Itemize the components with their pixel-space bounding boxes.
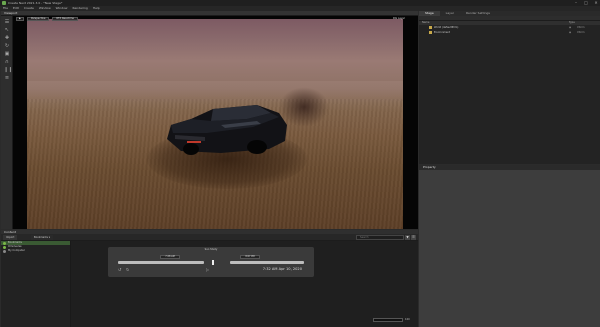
property-panel bbox=[419, 170, 600, 327]
loop-icon[interactable]: ↻ bbox=[126, 267, 129, 272]
start-time-field[interactable]: 7:28 AM bbox=[160, 255, 180, 259]
tree-item-label: My Computer bbox=[8, 249, 25, 252]
stage-panel: Name Type World (defaultPrim) ◉ Xform En… bbox=[419, 16, 600, 164]
filter-icon[interactable]: ▼ bbox=[405, 235, 410, 240]
current-time-readout: 7:32 AM Apr 10, 2020 bbox=[262, 267, 302, 271]
zoom-value: 100 bbox=[405, 318, 410, 321]
path-field[interactable]: Bookmarks ▾ bbox=[31, 235, 54, 240]
stage-row[interactable]: Environment ◉ Xform bbox=[419, 30, 600, 35]
pause-icon[interactable]: ❙❙ bbox=[4, 67, 12, 73]
car-model bbox=[167, 105, 287, 155]
xform-icon bbox=[429, 26, 432, 29]
select-tool-icon[interactable]: ↖ bbox=[4, 27, 10, 33]
computer-icon bbox=[3, 249, 6, 253]
rewind-icon[interactable]: ↺ bbox=[118, 267, 121, 272]
options-menu-icon[interactable]: ☰ bbox=[411, 235, 416, 240]
viewport-tab-label: Viewport bbox=[4, 11, 18, 15]
property-tab-label: Property bbox=[423, 165, 436, 169]
bookmark-icon bbox=[3, 241, 6, 245]
window-title: Create Next 2021.3.0 - *New Stage* bbox=[8, 1, 63, 5]
sun-study-panel: Sun Study 7:28 AM 8:07 PM ↺ ↻ ▷ 7:32 AM … bbox=[108, 247, 314, 277]
sun-study-title: Sun Study bbox=[204, 248, 218, 251]
tree-item-my-computer[interactable]: My Computer bbox=[1, 249, 70, 253]
xform-icon bbox=[429, 31, 432, 34]
viewport-menu-button[interactable]: ▶ bbox=[16, 17, 24, 21]
zoom-slider[interactable] bbox=[373, 318, 403, 322]
play-icon[interactable]: ▷ bbox=[206, 267, 209, 272]
maximize-icon[interactable]: □ bbox=[584, 1, 588, 5]
timeline-handle[interactable] bbox=[212, 260, 214, 265]
prim-type: Xform bbox=[577, 31, 585, 34]
rotate-tool-icon[interactable]: ↻ bbox=[4, 43, 10, 49]
omniverse-icon bbox=[3, 245, 6, 249]
rendered-scene[interactable] bbox=[27, 19, 403, 229]
close-icon[interactable]: ✕ bbox=[594, 1, 598, 5]
snap-tool-icon[interactable]: ∩ bbox=[4, 59, 10, 65]
tool-strip: ☰ ↖ ✚ ↻ ▣ ∩ ❙❙ ≡ bbox=[1, 16, 13, 229]
settings-list-icon[interactable]: ≡ bbox=[4, 75, 10, 81]
content-toolbar: Import Bookmarks ▾ Search ▼ ☰ bbox=[1, 234, 418, 241]
search-input[interactable]: Search bbox=[356, 235, 404, 240]
window-controls: – □ ✕ bbox=[574, 1, 598, 5]
menu-icon[interactable]: ☰ bbox=[4, 19, 10, 25]
visibility-eye-icon[interactable]: ◉ bbox=[569, 30, 577, 35]
move-tool-icon[interactable]: ✚ bbox=[4, 35, 10, 41]
camera-perspective-button[interactable]: Perspective bbox=[26, 17, 50, 21]
content-tree: Bookmarks Omniverse My Computer bbox=[1, 241, 71, 327]
minimize-icon[interactable]: – bbox=[574, 1, 578, 5]
timeline-track-right[interactable] bbox=[230, 261, 304, 264]
viewport[interactable]: ▶ Perspective RTX Real-time Rtx Layer bbox=[13, 16, 418, 229]
timeline-track-left[interactable] bbox=[118, 261, 204, 264]
app-logo-icon bbox=[2, 1, 6, 5]
scale-tool-icon[interactable]: ▣ bbox=[4, 51, 10, 57]
end-time-field[interactable]: 8:07 PM bbox=[240, 255, 260, 259]
prim-name: Environment bbox=[434, 31, 450, 34]
viewport-toolbar: ▶ Perspective RTX Real-time bbox=[16, 17, 78, 22]
render-mode-button[interactable]: RTX Real-time bbox=[52, 17, 78, 21]
render-layer-label[interactable]: Rtx Layer bbox=[393, 17, 405, 22]
import-button[interactable]: Import bbox=[3, 235, 18, 240]
